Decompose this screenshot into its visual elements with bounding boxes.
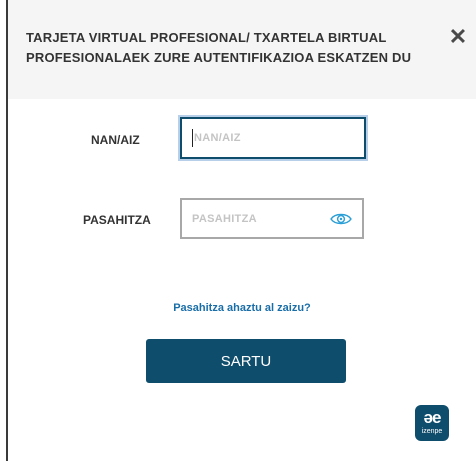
forgot-password-link[interactable]: Pasahitza ahaztu al zaizu? bbox=[8, 302, 476, 314]
password-field[interactable] bbox=[180, 198, 364, 239]
close-icon[interactable]: ✕ bbox=[449, 24, 467, 49]
izenpe-logo: əe izenpe bbox=[415, 405, 449, 441]
auth-dialog: TARJETA VIRTUAL PROFESIONAL/ TXARTELA BI… bbox=[8, 0, 476, 461]
nan-label: NAN/AIZ bbox=[91, 133, 140, 147]
logo-mark: əe bbox=[423, 408, 442, 427]
close-button[interactable]: ✕ bbox=[447, 26, 469, 48]
submit-button[interactable]: SARTU bbox=[146, 339, 346, 383]
dialog-title: TARJETA VIRTUAL PROFESIONAL/ TXARTELA BI… bbox=[26, 30, 412, 65]
nan-field[interactable] bbox=[180, 117, 366, 159]
eye-icon[interactable] bbox=[330, 210, 352, 228]
nan-input[interactable] bbox=[182, 119, 364, 157]
dialog-header: TARJETA VIRTUAL PROFESIONAL/ TXARTELA BI… bbox=[8, 0, 476, 99]
password-label: PASAHITZA bbox=[83, 213, 151, 227]
logo-text: izenpe bbox=[421, 428, 443, 435]
